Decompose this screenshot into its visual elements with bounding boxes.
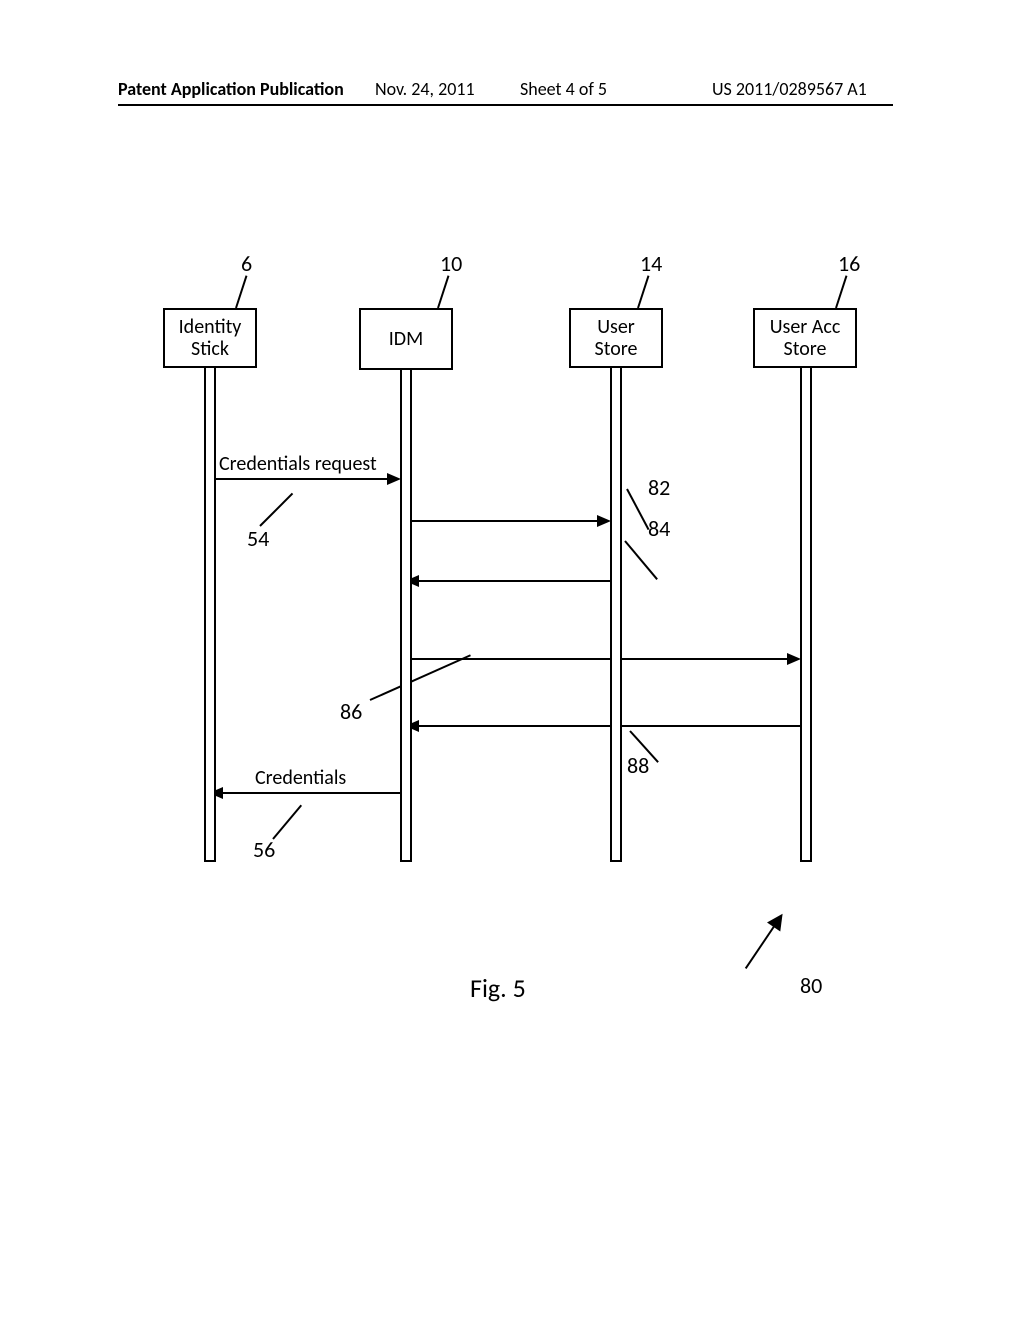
msg-label: Credentials [255,766,346,790]
participant-ref-16: 16 [838,250,860,277]
participant-label-line2: Stick [191,337,229,361]
participant-identity-stick: Identity Stick [163,308,257,368]
hdr-sheet: Sheet 4 of 5 [520,78,607,100]
participant-user-acc-store: User Acc Store [753,308,857,368]
msg-ref-88: 88 [627,752,649,779]
participant-box: Identity Stick [163,308,257,368]
leader-line [370,654,471,701]
participant-box: User Acc Store [753,308,857,368]
sequence-diagram: Identity Stick 6 IDM 10 User Store 14 Us… [155,280,865,920]
hdr-date: Nov. 24, 2011 [375,78,475,100]
leader-line [835,275,847,308]
leader-line [235,275,247,308]
lifeline-user-store [610,362,622,862]
msg-ref-82: 82 [648,474,670,501]
hdr-pubnumber: US 2011/0289567 A1 [712,78,867,100]
participant-label-line1: Identity [179,315,242,339]
participant-user-store: User Store [569,308,663,368]
msg-ref-86: 86 [340,698,362,725]
leader-line [626,489,649,531]
lifeline-identity-stick [204,362,216,862]
msg-ref-54: 54 [247,525,269,552]
participant-box: IDM [359,308,453,370]
participant-box: User Store [569,308,663,368]
leader-line [272,805,302,840]
participant-label-line2: Store [784,337,827,361]
figure-pointer-ref: 80 [800,972,822,999]
participant-label-line2: Store [595,337,638,361]
figure-label: Fig. 5 [470,972,526,1004]
msg-ref-56: 56 [253,836,275,863]
msg-label: Credentials request [219,452,377,476]
leader-line [259,493,293,527]
leader-line [624,540,658,580]
participant-label-line1: User Acc [770,315,841,339]
participant-idm: IDM [359,308,453,370]
participant-ref-10: 10 [440,250,462,277]
msg-ref-84: 84 [648,515,670,542]
participant-ref-14: 14 [640,250,662,277]
lifeline-user-acc-store [800,362,812,862]
leader-line [637,275,649,308]
hdr-publication: Patent Application Publication [118,78,344,100]
participant-label: IDM [389,327,423,351]
participant-ref-6: 6 [241,250,252,277]
figure-pointer-arrow [745,921,778,969]
header-rule [118,104,893,106]
lifeline-idm [400,362,412,862]
leader-line [437,275,449,308]
participant-label-line1: User [597,315,635,339]
